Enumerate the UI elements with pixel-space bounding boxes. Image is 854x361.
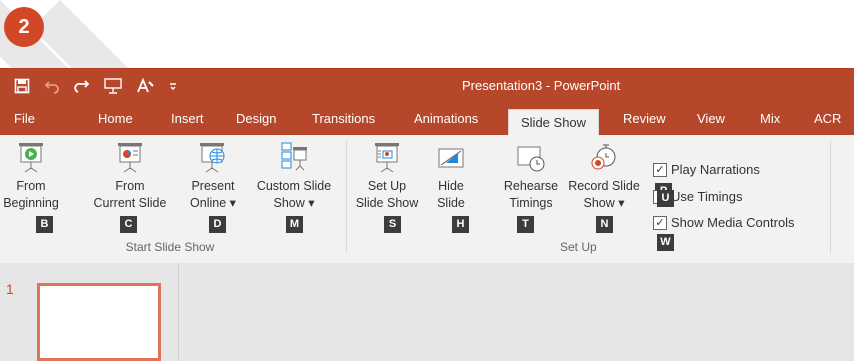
tab-view[interactable]: View [697, 103, 725, 135]
keytip-b: B [36, 216, 53, 233]
keytip-c: C [120, 216, 137, 233]
tab-slide-show[interactable]: Slide Show [508, 109, 600, 136]
present-online-button[interactable]: Present Online ▾ [177, 141, 249, 212]
checkbox-checked-icon: ✓ [653, 162, 667, 177]
group-separator [346, 141, 347, 253]
custom-slide-show-button[interactable]: Custom Slide Show ▾ [248, 141, 340, 212]
custom-show-line1: Custom Slide [256, 179, 332, 193]
slide-number: 1 [6, 281, 14, 297]
keytip-h: H [452, 216, 469, 233]
show-media-controls-checkbox[interactable]: ✓ Show Media Controls [653, 215, 795, 230]
setup-show-icon [352, 141, 422, 178]
set-up-line2: Slide Show [355, 196, 419, 210]
keytip-t: T [517, 216, 534, 233]
tab-mix[interactable]: Mix [760, 103, 780, 135]
hide-slide-button[interactable]: Hide Slide [428, 141, 474, 212]
keytip-u: U [657, 190, 674, 207]
slideshow-start-icon [0, 141, 62, 178]
checkbox-checked-icon: ✓ [653, 215, 667, 230]
step-badge: 2 [4, 7, 44, 47]
tab-transitions[interactable]: Transitions [312, 103, 375, 135]
set-up-line1: Set Up [367, 179, 407, 193]
from-current-slide-button[interactable]: From Current Slide [86, 141, 174, 212]
record-show-icon [563, 141, 645, 178]
record-line1: Record Slide [568, 179, 640, 193]
custom-show-line2: Show ▾ [273, 196, 315, 210]
slide-thumbnail-pane: 1 [0, 263, 179, 361]
rehearse-timings-icon [497, 141, 565, 178]
slideshow-current-icon [86, 141, 174, 178]
tab-review[interactable]: Review [623, 103, 666, 135]
use-timings-label: Use Timings [671, 189, 743, 204]
undo-icon[interactable] [44, 78, 60, 94]
quick-access-toolbar [14, 69, 178, 103]
rehearse-line2: Timings [509, 196, 553, 210]
keytip-w: W [657, 234, 674, 251]
present-online-line1: Present [191, 179, 235, 193]
hide-slide-icon [428, 141, 474, 178]
window-title: Presentation3 - PowerPoint [462, 78, 621, 93]
rehearse-timings-button[interactable]: Rehearse Timings [497, 141, 565, 212]
group-label-set-up: Set Up [560, 240, 597, 254]
step-number: 2 [18, 15, 30, 38]
hide-slide-line2: Slide [437, 196, 465, 210]
ribbon-tabs: File Home Insert Design Transitions Anim… [0, 103, 854, 136]
hide-slide-line1: Hide [438, 179, 464, 193]
redo-icon[interactable] [74, 78, 90, 94]
save-icon[interactable] [14, 78, 30, 94]
ribbon: From Beginning B From Current Slide C Pr… [0, 135, 854, 264]
title-bar: Presentation3 - PowerPoint [0, 69, 854, 103]
present-online-icon [177, 141, 249, 178]
tab-insert[interactable]: Insert [171, 103, 204, 135]
tab-acrobat[interactable]: ACR [814, 103, 841, 135]
play-narrations-label: Play Narrations [671, 162, 760, 177]
record-slide-show-button[interactable]: Record Slide Show ▾ [563, 141, 645, 212]
rehearse-line1: Rehearse [503, 179, 559, 193]
set-up-slide-show-button[interactable]: Set Up Slide Show [352, 141, 422, 212]
customize-icon[interactable] [168, 78, 178, 94]
from-current-line1: From [115, 179, 145, 193]
keytip-s: S [384, 216, 401, 233]
powerpoint-window: Presentation3 - PowerPoint File Home Ins… [0, 68, 854, 361]
present-icon[interactable] [104, 78, 122, 94]
from-beginning-button[interactable]: From Beginning [0, 141, 62, 212]
group-label-start-slide-show: Start Slide Show [125, 240, 215, 254]
tab-design[interactable]: Design [236, 103, 276, 135]
editor-area: 1 [0, 263, 854, 361]
keytip-n: N [596, 216, 613, 233]
font-color-icon[interactable] [136, 78, 154, 94]
tab-file[interactable]: File [14, 103, 35, 135]
tab-animations[interactable]: Animations [414, 103, 478, 135]
from-beginning-line1: From [16, 179, 46, 193]
play-narrations-checkbox[interactable]: ✓ Play Narrations [653, 162, 760, 177]
slide-thumbnail[interactable] [37, 283, 161, 361]
record-line2: Show ▾ [583, 196, 625, 210]
from-beginning-line2: Beginning [3, 196, 59, 210]
present-online-line2: Online ▾ [190, 196, 236, 210]
keytip-d: D [209, 216, 226, 233]
keytip-m: M [286, 216, 303, 233]
show-media-controls-label: Show Media Controls [671, 215, 795, 230]
from-current-line2: Current Slide [93, 196, 167, 210]
group-separator [830, 141, 831, 253]
custom-show-icon [248, 141, 340, 178]
tab-home[interactable]: Home [98, 103, 133, 135]
